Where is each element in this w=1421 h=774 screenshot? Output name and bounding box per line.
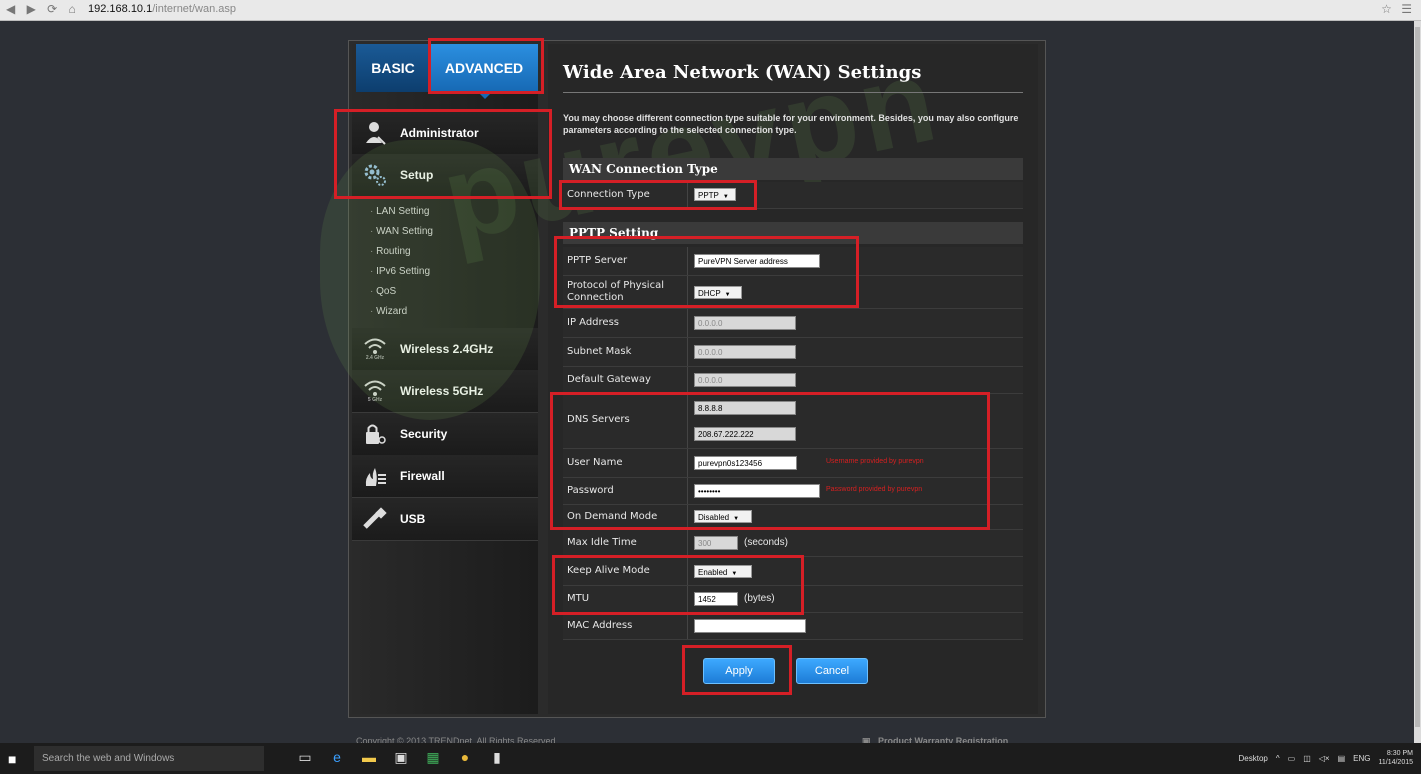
- max-idle-label: Max Idle Time: [567, 537, 637, 548]
- nav-buttons[interactable]: ◀ ▶ ⟳ ⌂: [6, 2, 80, 16]
- tab-basic[interactable]: BASIC: [356, 44, 430, 92]
- windows-start-icon[interactable]: ■: [8, 751, 16, 767]
- language-label[interactable]: ENG: [1353, 754, 1370, 763]
- page-description: You may choose different connection type…: [563, 113, 1019, 135]
- mac-address-label: MAC Address: [567, 620, 633, 631]
- ip-address-row: IP Address 0.0.0.0: [563, 309, 1023, 338]
- title-divider: [563, 92, 1023, 93]
- scrollbar-thumb[interactable]: [1415, 27, 1420, 727]
- edge-icon[interactable]: e: [328, 749, 346, 766]
- chrome-icon[interactable]: ●: [456, 749, 474, 766]
- document-icon[interactable]: ▮: [488, 749, 506, 766]
- subnet-mask-input: 0.0.0.0: [694, 345, 796, 359]
- max-idle-unit: (seconds): [744, 537, 788, 548]
- file-explorer-icon[interactable]: ▬: [360, 749, 378, 766]
- taskbar-search-input[interactable]: Search the web and Windows: [34, 746, 264, 771]
- mac-address-row: MAC Address: [563, 613, 1023, 640]
- sidebar-item-security[interactable]: Security: [352, 413, 538, 456]
- usb-icon: [362, 506, 388, 532]
- highlight-pptp-server: [554, 236, 859, 308]
- scrollbar[interactable]: [1414, 21, 1421, 743]
- lock-icon: [362, 421, 388, 447]
- page-title: Wide Area Network (WAN) Settings: [563, 62, 922, 83]
- mac-address-input[interactable]: [694, 619, 806, 633]
- sidebar-item-label: Firewall: [400, 469, 445, 483]
- desktop-label[interactable]: Desktop: [1239, 754, 1268, 763]
- wan-connection-type-header: WAN Connection Type: [563, 158, 1023, 180]
- tray-chevron-icon[interactable]: ^: [1276, 754, 1280, 763]
- highlight-admin-setup: [334, 109, 552, 199]
- system-tray: Desktop ^ ▭ ◫ ◁× ▤ ENG 8:30 PM 11/14/2015: [1239, 749, 1414, 767]
- subnet-mask-row: Subnet Mask 0.0.0.0: [563, 338, 1023, 367]
- sidebar-item-label: USB: [400, 512, 426, 526]
- highlight-connection-type: [559, 180, 757, 210]
- url-host: 192.168.10.1: [88, 3, 153, 15]
- highlight-apply: [682, 645, 792, 695]
- battery-icon[interactable]: ▭: [1288, 754, 1296, 763]
- clock-time: 8:30 PM: [1386, 750, 1413, 757]
- default-gateway-row: Default Gateway 0.0.0.0: [563, 367, 1023, 394]
- subnet-mask-label: Subnet Mask: [567, 346, 632, 357]
- max-idle-input: 300: [694, 536, 738, 550]
- notification-icon[interactable]: ▤: [1338, 754, 1346, 763]
- highlight-credentials: [550, 392, 990, 530]
- sidebar-item-firewall[interactable]: Firewall: [352, 455, 538, 498]
- browser-toolbar: ◀ ▶ ⟳ ⌂ 192.168.10.1/internet/wan.asp ☆ …: [0, 0, 1421, 21]
- taskbar-apps: ▭ e ▬ ▣ ▦ ● ▮: [296, 749, 506, 766]
- max-idle-row: Max Idle Time 300 (seconds): [563, 530, 1023, 557]
- store-icon[interactable]: ▣: [392, 749, 410, 766]
- sidebar-item-label: Security: [400, 427, 448, 441]
- highlight-keepalive-mtu: [552, 555, 804, 615]
- ip-address-label: IP Address: [567, 317, 619, 328]
- default-gateway-label: Default Gateway: [567, 374, 651, 385]
- clock-date: 11/14/2015: [1378, 759, 1413, 766]
- network-icon[interactable]: ◫: [1303, 754, 1311, 763]
- sidebar-item-usb[interactable]: USB: [352, 498, 538, 541]
- address-bar[interactable]: 192.168.10.1/internet/wan.asp: [88, 2, 1388, 17]
- firewall-icon: [362, 463, 388, 489]
- cancel-button[interactable]: Cancel: [796, 658, 868, 684]
- volume-icon[interactable]: ◁×: [1319, 754, 1330, 763]
- url-path: /internet/wan.asp: [152, 3, 237, 15]
- browser-menu-icons[interactable]: ☆ ☰: [1381, 2, 1415, 16]
- excel-icon[interactable]: ▦: [424, 749, 442, 766]
- highlight-advanced-tab: [428, 38, 544, 94]
- default-gateway-input: 0.0.0.0: [694, 373, 796, 387]
- windows-taskbar: ■ Search the web and Windows ▭ e ▬ ▣ ▦ ●…: [0, 743, 1421, 774]
- clock[interactable]: 8:30 PM 11/14/2015: [1378, 749, 1413, 767]
- ip-address-input: 0.0.0.0: [694, 316, 796, 330]
- task-view-icon[interactable]: ▭: [296, 749, 314, 766]
